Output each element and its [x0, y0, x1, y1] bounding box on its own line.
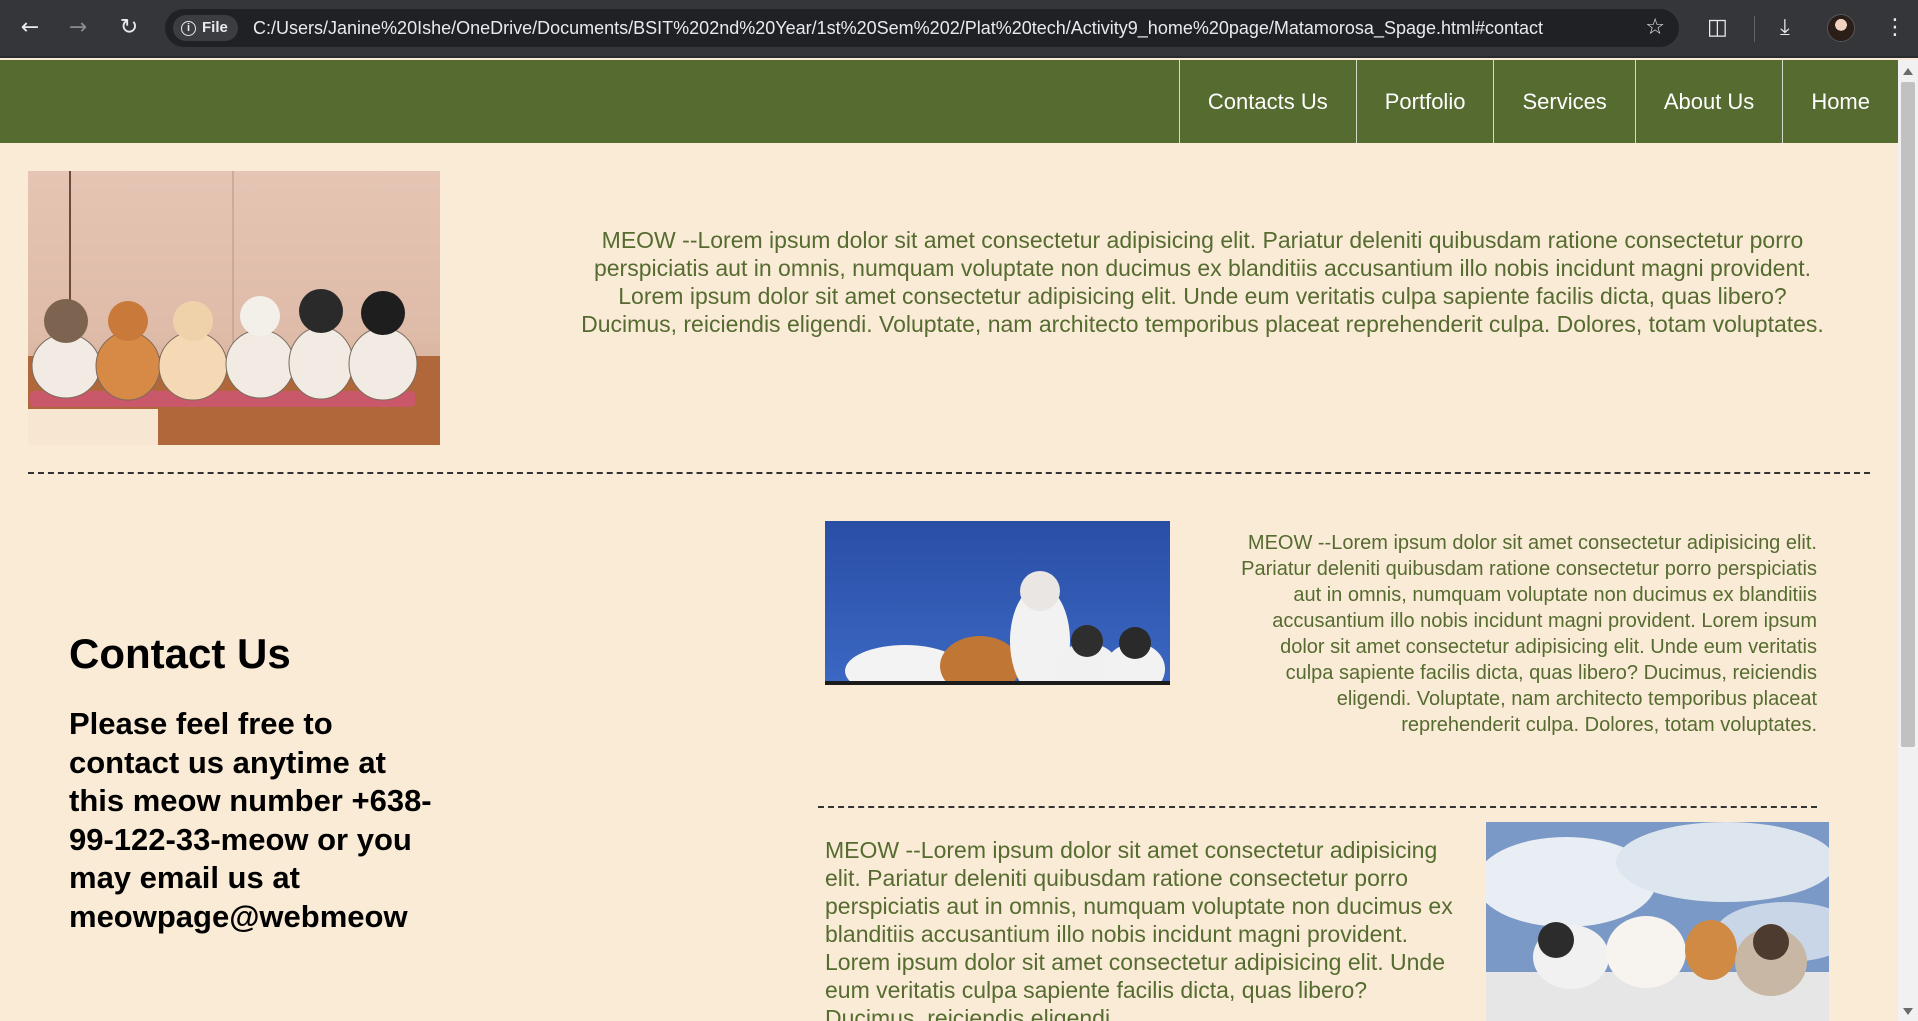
- download-icon[interactable]: ⤓: [1780, 13, 1790, 43]
- profile-avatar[interactable]: [1827, 14, 1855, 42]
- nav-item-portfolio[interactable]: Portfolio: [1355, 60, 1494, 143]
- nav-item-about[interactable]: About Us: [1634, 60, 1783, 143]
- nav-item-home[interactable]: Home: [1782, 60, 1898, 143]
- info-icon: i: [181, 20, 196, 36]
- url-text[interactable]: C:/Users/Janine%20Ishe/OneDrive/Document…: [253, 9, 1543, 47]
- back-icon[interactable]: ←: [16, 14, 44, 42]
- browser-toolbar: ← → ↻ i File C:/Users/Janine%20Ishe/OneD…: [0, 0, 1918, 58]
- address-bar[interactable]: i File C:/Users/Janine%20Ishe/OneDrive/D…: [165, 9, 1679, 47]
- toolbar-divider: [1754, 16, 1755, 42]
- cats-sky-image: [825, 521, 1170, 685]
- site-info-chip[interactable]: i File: [173, 15, 238, 41]
- site-navbar: Contacts Us Portfolio Services About Us …: [0, 60, 1898, 143]
- nav-item-contacts[interactable]: Contacts Us: [1178, 60, 1356, 143]
- feature-paragraph-left: MEOW --Lorem ipsum dolor sit amet consec…: [825, 837, 1453, 1021]
- contact-details: Please feel free to contact us anytime a…: [69, 706, 432, 934]
- reload-icon[interactable]: ↻: [115, 14, 143, 42]
- extensions-icon[interactable]: ◫: [1707, 13, 1728, 43]
- section-divider: [28, 472, 1870, 474]
- scrollbar-thumb[interactable]: [1901, 82, 1915, 747]
- intro-paragraph: MEOW --Lorem ipsum dolor sit amet consec…: [581, 227, 1824, 337]
- scroll-down-arrow-icon[interactable]: [1903, 1008, 1913, 1015]
- block-divider: [818, 806, 1817, 808]
- nav-item-services[interactable]: Services: [1493, 60, 1634, 143]
- site-info-label: File: [202, 19, 228, 36]
- nav-menu: Contacts Us Portfolio Services About Us …: [1178, 60, 1898, 143]
- scroll-up-arrow-icon[interactable]: [1903, 68, 1913, 75]
- cats-row-image: [28, 171, 440, 445]
- feature-paragraph-right: MEOW --Lorem ipsum dolor sit amet consec…: [1241, 532, 1817, 736]
- menu-icon[interactable]: ⋮: [1884, 13, 1906, 43]
- star-icon[interactable]: ☆: [1645, 13, 1665, 43]
- forward-icon[interactable]: →: [64, 14, 92, 42]
- cats-roof-image: [1486, 822, 1829, 1021]
- page-scrollbar[interactable]: [1898, 60, 1918, 1021]
- contact-heading: Contact Us: [69, 630, 291, 677]
